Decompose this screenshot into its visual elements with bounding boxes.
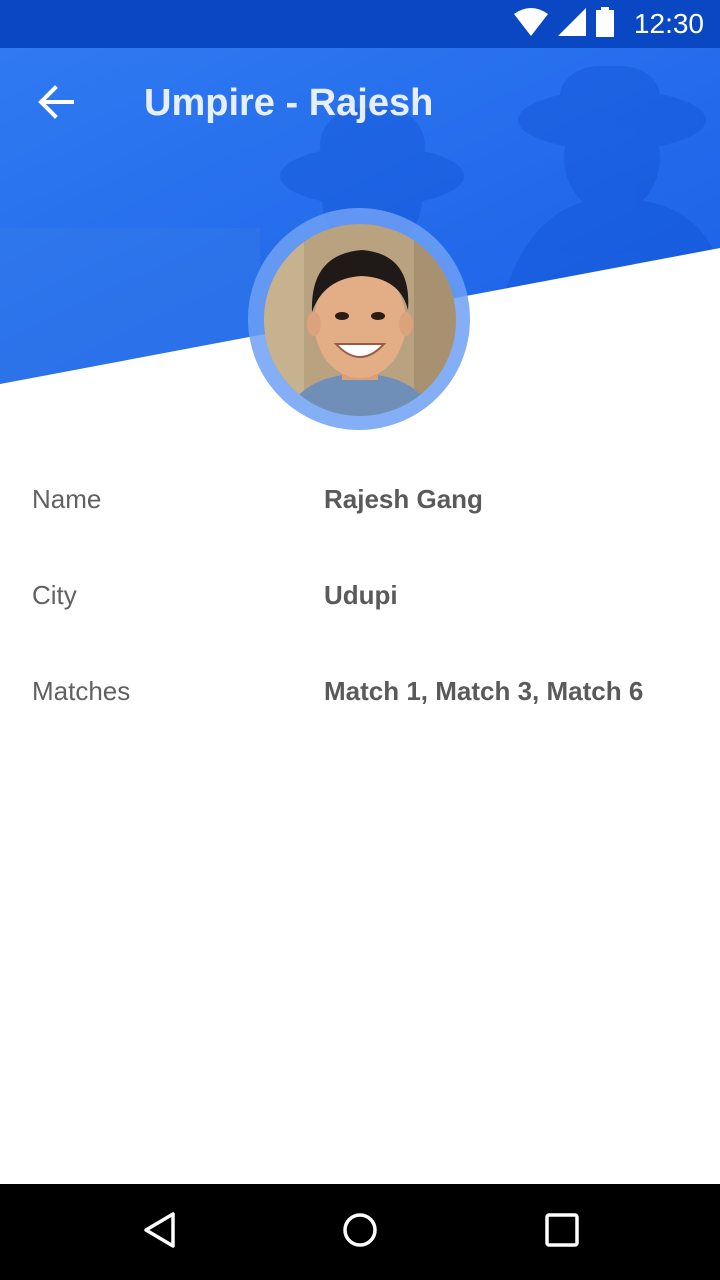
umpire-detail-screen: 12:30 Umpire - Rajesh Name Rajesh Gang C… <box>0 0 720 1280</box>
detail-row-matches: Matches Match 1, Match 3, Match 6 <box>0 646 720 742</box>
name-label: Name <box>32 484 102 514</box>
cellular-signal-icon <box>557 7 586 41</box>
page-title: Umpire - Rajesh <box>144 82 434 124</box>
status-time: 12:30 <box>633 8 704 39</box>
wifi-icon <box>513 7 548 41</box>
status-bar: 12:30 <box>0 0 720 48</box>
avatar <box>264 224 456 416</box>
nav-home-button[interactable] <box>326 1198 394 1266</box>
status-icons: 12:30 <box>513 0 704 48</box>
details-list: Name Rajesh Gang City Udupi Matches Matc… <box>0 454 720 742</box>
back-button[interactable] <box>22 70 90 138</box>
app-bar: Umpire - Rajesh <box>0 48 720 164</box>
navigation-bar <box>0 1184 720 1280</box>
nav-recents-button[interactable] <box>528 1198 596 1266</box>
name-value: Rajesh Gang <box>324 484 483 514</box>
arrow-back-icon <box>38 84 74 125</box>
nav-back-button[interactable] <box>126 1198 194 1266</box>
home-circle-icon <box>342 1212 378 1253</box>
battery-icon <box>595 6 614 42</box>
detail-row-name: Name Rajesh Gang <box>0 454 720 550</box>
matches-label: Matches <box>32 676 131 706</box>
matches-value: Match 1, Match 3, Match 6 <box>324 676 644 706</box>
city-value: Udupi <box>324 580 398 610</box>
detail-row-city: City Udupi <box>0 550 720 646</box>
city-label: City <box>32 580 77 610</box>
recents-square-icon <box>545 1212 579 1252</box>
back-triangle-icon <box>142 1211 178 1254</box>
